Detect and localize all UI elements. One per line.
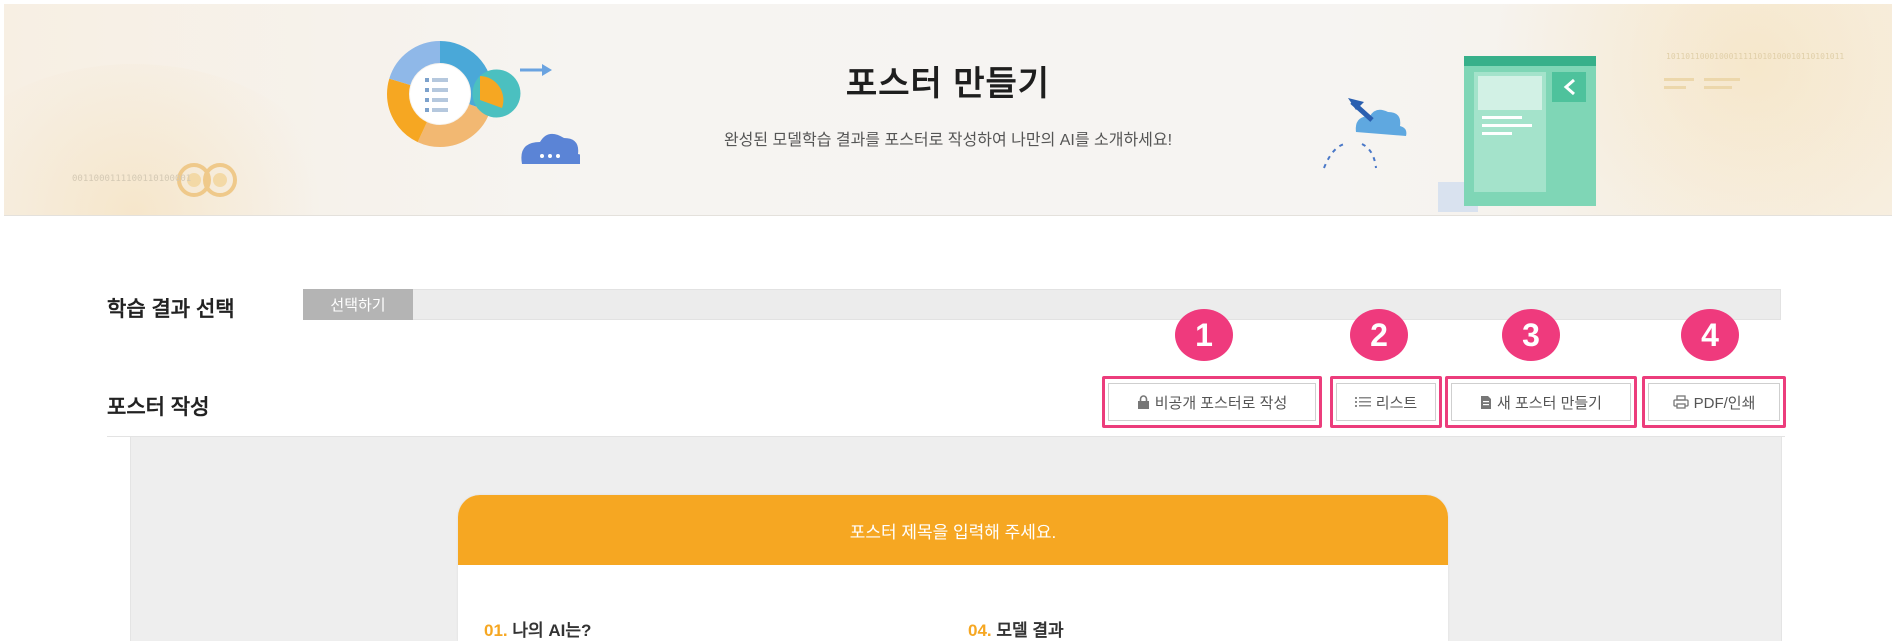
learning-result-label: 학습 결과 선택 [107, 298, 235, 321]
highlight-box-2 [1330, 376, 1442, 428]
highlight-box-1 [1102, 376, 1322, 428]
poster-section-number: 04. [968, 621, 992, 640]
poster-card: 포스터 제목을 입력해 주세요. 01. 나의 AI는? 04. 모델 결과 [458, 495, 1448, 641]
page-banner: 0011000111100110100001 포스터 만들기 완성된 모델학습 … [4, 4, 1892, 216]
cloud-upload-icon [1323, 98, 1407, 169]
callout-number-4: 4 [1681, 309, 1739, 361]
select-result-button[interactable]: 선택하기 [303, 289, 413, 320]
binary-text-right: 1011011000100011111010100010110101011 [1666, 52, 1845, 61]
learning-result-select-bar[interactable] [303, 289, 1781, 320]
poster-section-label: 모델 결과 [996, 621, 1064, 640]
callout-number-2: 2 [1350, 309, 1408, 361]
donut-chart-icon [387, 41, 580, 164]
callout-number-3: 3 [1502, 309, 1560, 361]
callout-number-1: 1 [1175, 309, 1233, 361]
poster-section-my-ai: 01. 나의 AI는? [484, 616, 591, 641]
highlight-box-3 [1445, 376, 1637, 428]
binary-text-left: 0011000111100110100001 [72, 174, 192, 184]
highlight-box-4 [1642, 376, 1786, 428]
binary-pattern-icon [1664, 78, 1740, 89]
poster-section-label: 포스터 작성 [107, 396, 210, 419]
poster-title-input[interactable]: 포스터 제목을 입력해 주세요. [458, 495, 1448, 565]
browser-window-icon [1438, 56, 1596, 212]
poster-section-number: 01. [484, 621, 508, 640]
poster-section-model-result: 04. 모델 결과 [968, 616, 1064, 641]
poster-section-label: 나의 AI는? [512, 621, 592, 640]
